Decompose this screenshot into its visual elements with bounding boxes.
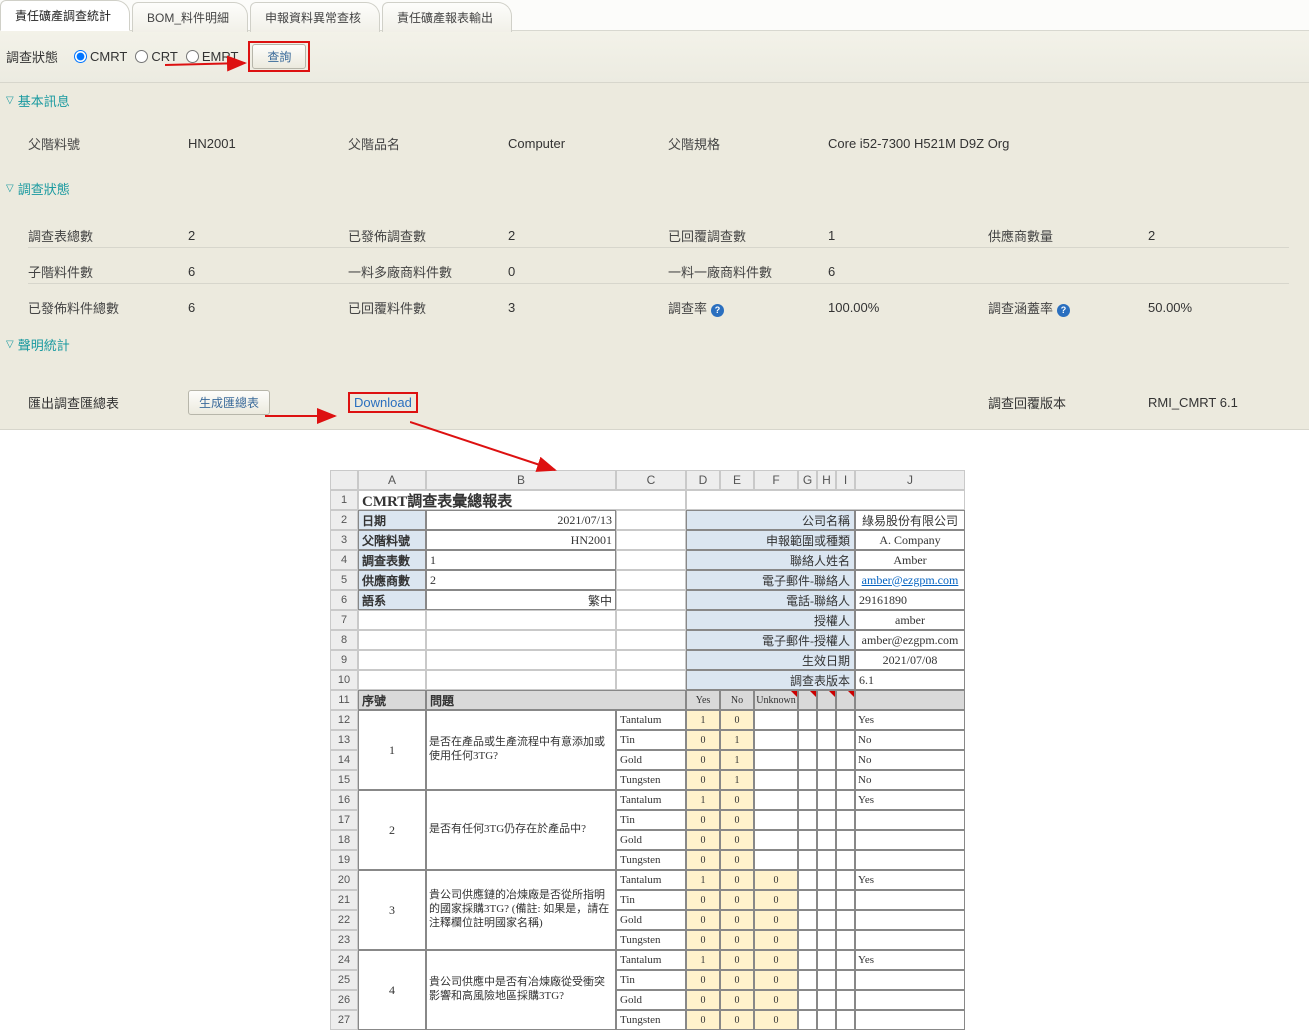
- query-button[interactable]: 查詢: [252, 44, 306, 69]
- tab-stats[interactable]: 責任礦產調查統計: [0, 0, 130, 31]
- parent-name-value: Computer: [508, 136, 668, 151]
- version-value: RMI_CMRT 6.1: [1148, 395, 1289, 410]
- tab-anomaly[interactable]: 申報資料異常查核: [250, 2, 380, 32]
- generate-summary-button[interactable]: 生成匯總表: [188, 390, 270, 415]
- parent-pn-value: HN2001: [188, 136, 348, 151]
- collapse-icon[interactable]: ▽: [6, 95, 14, 106]
- stats-row: 調查表總數2 已發佈調查數2 已回覆調查數1 供應商數量2: [28, 212, 1289, 248]
- excel-title: CMRT調查表彙總報表: [358, 490, 686, 510]
- help-icon[interactable]: ?: [1057, 304, 1070, 317]
- radio-emrt[interactable]: EMRT: [186, 49, 239, 64]
- export-row: 匯出調查匯總表 生成匯總表 Download 調查回覆版本 RMI_CMRT 6…: [0, 360, 1309, 429]
- filter-label: 調查狀態: [6, 47, 58, 66]
- radio-cmrt[interactable]: CMRT: [74, 49, 127, 64]
- help-icon[interactable]: ?: [711, 304, 724, 317]
- parent-pn-label: 父階料號: [28, 134, 188, 153]
- parent-spec-label: 父階規格: [668, 134, 828, 153]
- excel-preview: A B C D E F G H I J 1 CMRT調查表彙總報表 2 日期 2…: [330, 470, 1309, 1030]
- download-link[interactable]: Download: [354, 395, 412, 410]
- tab-report-export[interactable]: 責任礦產報表輸出: [382, 2, 512, 32]
- section-survey-status: ▽調查狀態: [0, 171, 1309, 204]
- parent-spec-value: Core i52-7300 H521M D9Z Org: [828, 136, 1289, 151]
- filter-bar: 調查狀態 CMRT CRT EMRT 查詢: [0, 31, 1309, 83]
- query-highlight: 查詢: [248, 41, 310, 72]
- stats-row: 已發佈料件總數6 已回覆料件數3 調查率?100.00% 調查涵蓋率?50.00…: [28, 284, 1289, 319]
- basic-info-row: 父階料號 HN2001 父階品名 Computer 父階規格 Core i52-…: [0, 116, 1309, 171]
- collapse-icon[interactable]: ▽: [6, 339, 14, 350]
- download-highlight: Download: [348, 392, 418, 413]
- version-label: 調查回覆版本: [988, 393, 1148, 412]
- radio-crt[interactable]: CRT: [135, 49, 177, 64]
- parent-name-label: 父階品名: [348, 134, 508, 153]
- survey-type-radio: CMRT CRT EMRT: [74, 49, 238, 64]
- tab-bar: 責任礦產調查統計 BOM_料件明細 申報資料異常查核 責任礦產報表輸出: [0, 0, 1309, 31]
- section-basic-info: ▽基本訊息: [0, 83, 1309, 116]
- export-label: 匯出調查匯總表: [28, 393, 188, 412]
- stats-row: 子階料件數6 一料多廠商料件數0 一料一廠商料件數6: [28, 248, 1289, 284]
- tab-bom[interactable]: BOM_料件明細: [132, 2, 248, 32]
- collapse-icon[interactable]: ▽: [6, 183, 14, 194]
- section-statement: ▽聲明統計: [0, 327, 1309, 360]
